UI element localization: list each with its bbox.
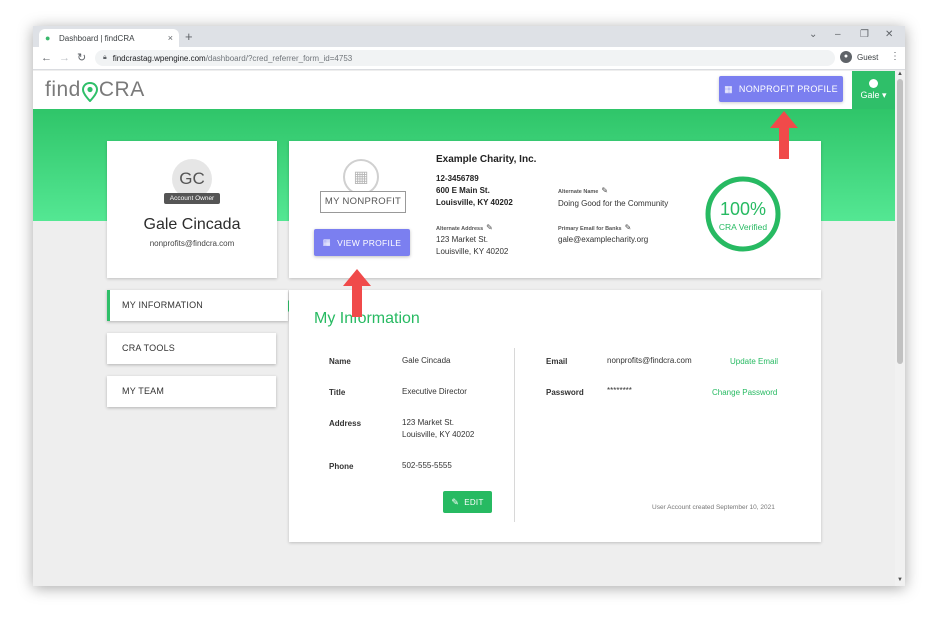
view-profile-button[interactable]: ▦ VIEW PROFILE [314,229,410,256]
location-pin-icon [81,81,98,103]
update-email-link[interactable]: Update Email [730,357,778,366]
maximize-icon[interactable]: ❐ [860,29,869,40]
organization-card: ▦ MY NONPROFIT ▦ VIEW PROFILE Example Ch… [289,141,821,278]
view-profile-label: VIEW PROFILE [337,237,402,248]
new-tab-icon[interactable]: + [185,29,193,45]
password-label: Password [546,388,584,397]
column-divider [514,348,515,522]
pencil-icon[interactable]: ✎ [625,223,632,232]
change-password-link[interactable]: Change Password [712,388,777,397]
logo-cra-text: CRA [98,78,145,101]
account-created-note: User Account created September 10, 2021 [652,504,775,511]
profile-button[interactable]: ● Guest [840,51,878,63]
alt-address-line1: 123 Market St. [436,235,489,244]
sidebar-item-my-information[interactable]: MY INFORMATION [107,290,288,321]
title-value: Executive Director [402,387,467,396]
org-name: Example Charity, Inc. [436,154,537,165]
edit-label: EDIT [464,497,484,507]
my-information-card: My Information Name Gale Cincada Title E… [289,290,821,542]
primary-email-label: Primary Email for Banks ✎ [558,223,631,232]
page-viewport: find CRA ▦ NONPROFIT PROFILE Gale ▾ GC A… [33,71,905,586]
browser-menu-icon[interactable]: ⋮ [890,51,900,62]
sidebar-item-my-team[interactable]: MY TEAM [107,376,276,407]
tab-bar: ● Dashboard | findCRA × + ⌄ – ❐ ✕ [33,26,905,47]
title-label: Title [329,388,346,397]
verified-label: CRA Verified [718,222,768,232]
primary-email-value: gale@examplecharity.org [558,235,649,244]
scroll-down-icon[interactable]: ▼ [897,577,903,583]
email-label: Email [546,357,568,366]
verified-percent: 100% [719,199,767,219]
site-header: find CRA ▦ NONPROFIT PROFILE Gale ▾ [33,71,895,109]
phone-label: Phone [329,462,354,471]
scrollbar-thumb[interactable] [897,79,903,364]
alt-address-line2: Louisville, KY 40202 [436,247,509,256]
pencil-icon[interactable]: ✎ [601,186,608,195]
alt-address-label: Alternate Address ✎ [436,223,493,232]
scroll-up-icon[interactable]: ▲ [897,71,903,77]
address-line1: 123 Market St. [402,418,455,427]
close-window-icon[interactable]: ✕ [885,29,893,40]
profile-label: Guest [857,52,879,62]
role-badge: Account Owner [164,193,220,204]
sidebar-item-cra-tools[interactable]: CRA TOOLS [107,333,276,364]
url-host: findcrastag.wpengine.com [112,53,206,63]
my-nonprofit-label: MY NONPROFIT [320,191,406,213]
pencil-icon: ✎ [451,496,460,507]
logo-find-text: find [45,78,81,101]
url-path: /dashboard/?cred_referrer_form_id=4753 [205,53,353,63]
primary-email-label-text: Primary Email for Banks [558,226,622,232]
edit-button[interactable]: ✎ EDIT [443,491,492,513]
alt-name-label-text: Alternate Name [558,189,599,195]
nonprofit-profile-label: NONPROFIT PROFILE [738,84,838,94]
email-value: nonprofits@findcra.com [607,356,692,365]
pencil-icon[interactable]: ✎ [486,223,493,232]
profile-card: GC Account Owner Gale Cincada nonprofits… [107,141,277,278]
org-ein: 12-3456789 [436,174,479,183]
tab-title: Dashboard | findCRA [59,33,135,43]
annotation-arrow-icon [770,111,798,159]
address-bar: ← → ↻ 🔒︎ findcrastag.wpengine.com /dashb… [33,47,905,70]
page-scrollbar[interactable]: ▲ ▼ [895,71,905,586]
guest-avatar-icon: ● [840,51,852,63]
reload-icon[interactable]: ↻ [77,51,86,65]
address-line2: Louisville, KY 40202 [402,430,475,439]
alt-address-label-text: Alternate Address [436,226,484,232]
building-placeholder-icon: ▦ [343,159,379,195]
findcra-favicon-icon: ● [45,33,51,43]
name-label: Name [329,357,351,366]
org-city-state: Louisville, KY 40202 [436,198,513,207]
user-menu-label: Gale ▾ [860,90,887,100]
alt-name-label: Alternate Name ✎ [558,186,608,195]
password-value: ******** [607,386,632,395]
annotation-arrow-icon [343,269,371,317]
building-icon: ▦ [724,83,733,94]
findcra-logo[interactable]: find CRA [45,78,145,103]
nonprofit-profile-button[interactable]: ▦ NONPROFIT PROFILE [719,76,843,102]
url-input[interactable]: 🔒︎ findcrastag.wpengine.com /dashboard/?… [95,50,835,66]
profile-email: nonprofits@findcra.com [149,239,235,248]
tab-search-chevron-icon[interactable]: ⌄ [809,29,817,40]
phone-value: 502-555-5555 [402,461,452,470]
forward-arrow-icon[interactable]: → [59,51,70,65]
name-value: Gale Cincada [402,356,451,365]
user-circle-icon [869,79,878,88]
user-menu[interactable]: Gale ▾ [852,71,895,109]
org-street: 600 E Main St. [436,186,490,195]
back-arrow-icon[interactable]: ← [41,51,52,65]
lock-icon: 🔒︎ [103,54,107,61]
profile-name: Gale Cincada [143,216,241,233]
alt-name-value: Doing Good for the Community [558,199,669,208]
tab-close-icon[interactable]: × [168,33,173,43]
minimize-icon[interactable]: – [835,29,841,40]
browser-window: ● Dashboard | findCRA × + ⌄ – ❐ ✕ ← → ↻ … [33,26,905,586]
browser-tab[interactable]: ● Dashboard | findCRA × [39,29,179,47]
address-label: Address [329,419,362,428]
building-icon: ▦ [322,237,332,247]
